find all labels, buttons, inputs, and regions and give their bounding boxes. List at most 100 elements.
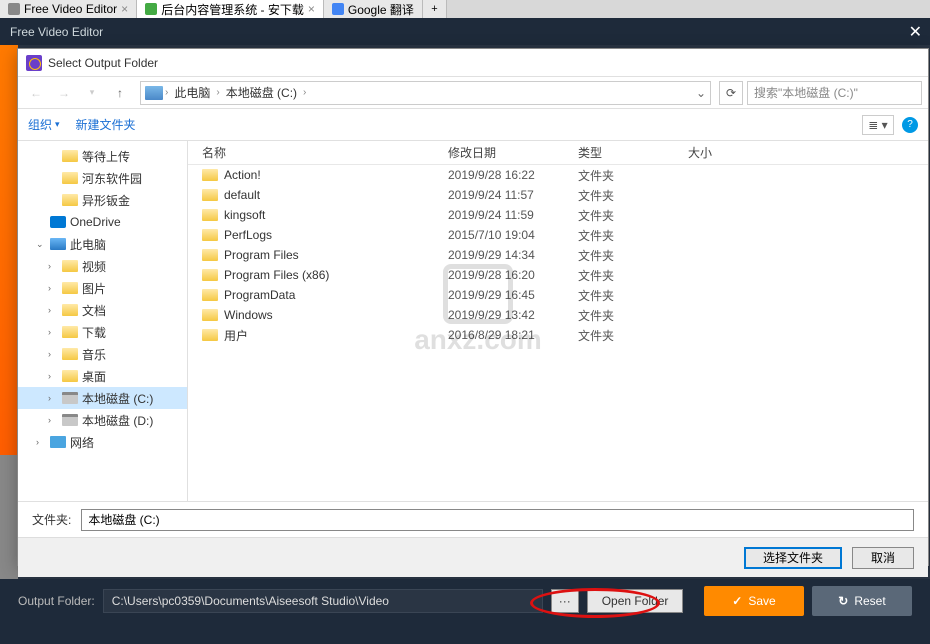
tree-label: 下载 <box>82 324 106 341</box>
search-input[interactable]: 搜索"本地磁盘 (C:)" <box>747 81 922 105</box>
expand-icon[interactable]: ⌄ <box>36 239 46 250</box>
file-list[interactable]: 名称 修改日期 类型 大小 Action!2019/9/28 16:22文件夹d… <box>188 141 928 501</box>
folder-icon <box>202 189 218 201</box>
new-tab-button[interactable]: + <box>423 0 447 18</box>
new-folder-button[interactable]: 新建文件夹 <box>76 116 136 133</box>
folder-icon <box>202 309 218 321</box>
browser-tab[interactable]: Free Video Editor× <box>0 0 137 18</box>
tree-item[interactable]: ›音乐 <box>18 343 187 365</box>
expand-icon[interactable]: › <box>48 305 58 315</box>
tree-label: 图片 <box>82 280 106 297</box>
select-folder-button[interactable]: 选择文件夹 <box>744 547 842 569</box>
output-path-field[interactable]: C:\Users\pc0359\Documents\Aiseesoft Stud… <box>103 589 543 613</box>
file-row[interactable]: Windows2019/9/29 13:42文件夹 <box>188 305 928 325</box>
browser-tab[interactable]: Google 翻译 <box>324 0 423 18</box>
tree-item[interactable]: OneDrive <box>18 211 187 233</box>
tree-label: 桌面 <box>82 368 106 385</box>
expand-icon[interactable]: › <box>48 261 58 271</box>
file-date: 2019/9/29 13:42 <box>448 308 578 322</box>
browser-tabs: Free Video Editor× 后台内容管理系统 - 安下载× Googl… <box>0 0 930 18</box>
cancel-button[interactable]: 取消 <box>852 547 914 569</box>
breadcrumb-item[interactable]: 本地磁盘 (C:) <box>222 84 301 101</box>
close-icon[interactable]: × <box>308 2 315 16</box>
save-button[interactable]: Save <box>704 586 804 616</box>
tree-label: 文档 <box>82 302 106 319</box>
tree-item[interactable]: › 网络 <box>18 431 187 453</box>
tree-item[interactable]: ›本地磁盘 (D:) <box>18 409 187 431</box>
tree-item[interactable]: › 文档 <box>18 299 187 321</box>
file-row[interactable]: 用户2016/8/29 18:21文件夹 <box>188 325 928 345</box>
breadcrumb[interactable]: › 此电脑 › 本地磁盘 (C:) › ⌄ <box>140 81 711 105</box>
folder-icon <box>62 260 78 272</box>
column-name[interactable]: 名称 <box>188 144 448 161</box>
chevron-down-icon[interactable]: ⌄ <box>696 86 706 100</box>
tree-item[interactable]: 等待上传 <box>18 145 187 167</box>
folder-icon <box>202 289 218 301</box>
tree-label: 网络 <box>70 434 94 451</box>
file-name: kingsoft <box>224 208 265 222</box>
column-date[interactable]: 修改日期 <box>448 144 578 161</box>
folder-tree[interactable]: 等待上传河东软件园异形钣金OneDrive⌄此电脑›视频›图片›文档›下载›音乐… <box>18 141 188 501</box>
browser-tab[interactable]: 后台内容管理系统 - 安下载× <box>137 0 324 18</box>
refresh-button[interactable]: ⟳ <box>719 81 743 105</box>
file-type: 文件夹 <box>578 307 688 324</box>
up-button[interactable]: ↑ <box>108 81 132 105</box>
app-title: Free Video Editor <box>10 25 103 39</box>
chevron-right-icon: › <box>165 87 168 98</box>
tree-item[interactable]: › 桌面 <box>18 365 187 387</box>
tree-item[interactable]: › 下载 <box>18 321 187 343</box>
file-row[interactable]: Program Files (x86)2019/9/28 16:20文件夹 <box>188 265 928 285</box>
breadcrumb-item[interactable]: 此电脑 <box>170 84 214 101</box>
file-type: 文件夹 <box>578 187 688 204</box>
filename-input[interactable] <box>81 509 914 531</box>
view-options-button[interactable]: ≣ ▾ <box>862 115 894 135</box>
help-icon[interactable]: ? <box>902 117 918 133</box>
expand-icon[interactable]: › <box>36 437 46 447</box>
close-icon[interactable]: ✕ <box>909 22 922 42</box>
file-row[interactable]: Program Files2019/9/29 14:34文件夹 <box>188 245 928 265</box>
favicon <box>332 3 344 15</box>
file-row[interactable]: ProgramData2019/9/29 16:45文件夹 <box>188 285 928 305</box>
file-date: 2015/7/10 19:04 <box>448 228 578 242</box>
nav-row: ← → ▾ ↑ › 此电脑 › 本地磁盘 (C:) › ⌄ ⟳ 搜索"本地磁盘 … <box>18 77 928 109</box>
tree-item[interactable]: 异形钣金 <box>18 189 187 211</box>
chevron-right-icon: › <box>216 87 219 98</box>
expand-icon[interactable]: › <box>48 371 58 381</box>
tree-item[interactable]: › 图片 <box>18 277 187 299</box>
forward-button[interactable]: → <box>52 81 76 105</box>
expand-icon[interactable]: › <box>48 283 58 293</box>
back-button[interactable]: ← <box>24 81 48 105</box>
tree-label: 异形钣金 <box>82 192 130 209</box>
file-row[interactable]: default2019/9/24 11:57文件夹 <box>188 185 928 205</box>
tree-item[interactable]: › 本地磁盘 (C:) <box>18 387 187 409</box>
output-folder-label: Output Folder: <box>18 594 95 608</box>
folder-icon <box>62 172 78 184</box>
folder-icon <box>62 370 78 382</box>
file-name: PerfLogs <box>224 228 272 242</box>
organize-menu[interactable]: 组织▾ <box>28 116 60 133</box>
close-icon[interactable]: × <box>121 2 128 16</box>
expand-icon[interactable]: › <box>48 393 58 403</box>
reset-button[interactable]: Reset <box>812 586 912 616</box>
column-type[interactable]: 类型 <box>578 144 688 161</box>
tree-label: 等待上传 <box>82 148 130 165</box>
pc-icon <box>50 238 66 250</box>
expand-icon[interactable]: › <box>48 349 58 359</box>
expand-icon[interactable]: › <box>48 327 58 337</box>
recent-dropdown[interactable]: ▾ <box>80 81 104 105</box>
content-area: 等待上传河东软件园异形钣金OneDrive⌄此电脑›视频›图片›文档›下载›音乐… <box>18 141 928 501</box>
tree-item[interactable]: ⌄ 此电脑 <box>18 233 187 255</box>
file-name: Program Files (x86) <box>224 268 329 282</box>
tree-label: 此电脑 <box>70 236 106 253</box>
tree-label: 本地磁盘 (C:) <box>82 390 153 407</box>
file-row[interactable]: PerfLogs2015/7/10 19:04文件夹 <box>188 225 928 245</box>
file-row[interactable]: Action!2019/9/28 16:22文件夹 <box>188 165 928 185</box>
file-row[interactable]: kingsoft2019/9/24 11:59文件夹 <box>188 205 928 225</box>
tree-item[interactable]: ›视频 <box>18 255 187 277</box>
tree-item[interactable]: 河东软件园 <box>18 167 187 189</box>
folder-icon <box>202 269 218 281</box>
tree-label: OneDrive <box>70 215 121 229</box>
expand-icon[interactable]: › <box>48 415 58 425</box>
tree-label: 河东软件园 <box>82 170 142 187</box>
column-size[interactable]: 大小 <box>688 144 768 161</box>
